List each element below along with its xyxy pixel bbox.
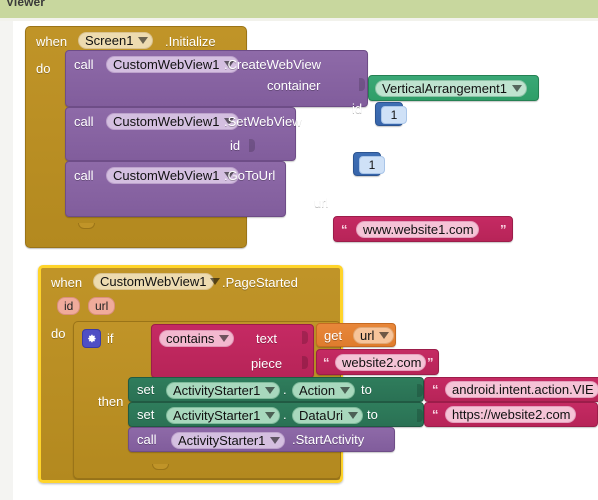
value-socket-datauri: [417, 409, 423, 422]
set-label: set: [137, 407, 155, 422]
component-dropdown-screen1[interactable]: Screen1: [78, 32, 154, 49]
value-socket-action: [417, 384, 423, 397]
text-field-intent-action[interactable]: android.intent.action.VIE: [445, 381, 598, 398]
component-dropdown-verticalarrangement1[interactable]: VerticalArrangement1: [375, 80, 528, 97]
close-quote-icon: ”: [500, 222, 507, 237]
number-field[interactable]: 1: [381, 106, 407, 124]
chevron-down-icon: [265, 387, 276, 394]
method-name-label: .CreateWebView: [224, 57, 322, 72]
method-name-label: .SetWebView: [224, 114, 302, 129]
variable-dropdown-url[interactable]: url: [353, 327, 395, 344]
arg-socket-id: [249, 139, 255, 152]
arg-label-id: id: [230, 138, 241, 153]
method-name-label: .GoToUrl: [224, 168, 276, 183]
chevron-down-icon: [265, 412, 276, 419]
event-name-label: .Initialize: [165, 34, 216, 49]
operator-dropdown-contains[interactable]: contains: [159, 330, 235, 347]
arg-socket-text: [302, 331, 308, 344]
to-label: to: [367, 407, 378, 422]
call-label: call: [74, 114, 94, 129]
then-label: then: [98, 394, 124, 409]
number-block-id-1[interactable]: 1: [353, 152, 385, 176]
do-label: do: [51, 326, 66, 341]
open-quote-icon: “: [432, 382, 439, 397]
text-field-datauri-value[interactable]: https://website2.com: [445, 406, 576, 423]
text-block-website2[interactable]: “ website2.com ”: [316, 349, 439, 375]
gear-icon[interactable]: [82, 329, 101, 348]
blocks-canvas[interactable]: when Screen1 .Initialize do call CustomW…: [13, 21, 598, 500]
component-dropdown-activitystarter1[interactable]: ActivityStarter1: [166, 407, 281, 424]
then-bottom-notch: [152, 464, 169, 470]
to-label: to: [361, 382, 372, 397]
component-dropdown-customwebview1[interactable]: CustomWebView1: [106, 56, 240, 73]
arg-label-id: id: [352, 101, 363, 116]
set-label: set: [137, 382, 155, 397]
text-field-website2[interactable]: website2.com: [335, 354, 427, 371]
dot-separator: .: [283, 407, 287, 422]
arg-label-text: text: [256, 331, 277, 346]
setter-block-action[interactable]: set ActivityStarter1 . Action to: [128, 377, 424, 402]
if-label: if: [107, 331, 114, 346]
chevron-down-icon: [379, 332, 390, 339]
call-block-startactivity[interactable]: call ActivityStarter1 .StartActivity: [128, 427, 395, 452]
method-name-label: .StartActivity: [292, 432, 365, 447]
open-quote-icon: “: [341, 222, 348, 237]
call-block-setwebview[interactable]: call CustomWebView1 .SetWebView id: [65, 107, 302, 161]
viewer-header-bar: Viewer: [0, 0, 598, 18]
left-gutter: [0, 21, 14, 500]
call-block-gotourl[interactable]: call CustomWebView1 .GoToUrl url: [65, 161, 328, 217]
arg-label-url: url: [314, 195, 329, 210]
text-field-website1[interactable]: www.website1.com: [356, 221, 479, 238]
text-block-intent-action[interactable]: “ android.intent.action.VIE: [424, 377, 598, 402]
dot-separator: .: [283, 382, 287, 397]
chevron-down-icon: [270, 437, 281, 444]
event-param-id[interactable]: id: [57, 297, 81, 315]
event-name-label: .PageStarted: [222, 275, 298, 290]
chevron-down-icon: [210, 278, 221, 285]
property-dropdown-action[interactable]: Action: [292, 382, 356, 399]
call-block-createwebview[interactable]: call CustomWebView1 .CreateWebView conta…: [65, 50, 368, 116]
chevron-down-icon: [138, 37, 149, 44]
arg-label-piece: piece: [251, 356, 283, 371]
text-block-datauri-value[interactable]: “ https://website2.com: [424, 402, 598, 427]
component-dropdown-customwebview1[interactable]: CustomWebView1: [106, 113, 240, 130]
chevron-down-icon: [512, 85, 523, 92]
call-label: call: [74, 168, 94, 183]
chevron-down-icon: [340, 387, 351, 394]
number-block-id-1[interactable]: 1: [375, 102, 407, 126]
blocks-editor-screen: Viewer when Screen1 .Initialize do call …: [0, 0, 598, 500]
chevron-down-icon: [219, 335, 230, 342]
arg-socket-container: [359, 78, 365, 91]
setter-block-datauri[interactable]: set ActivityStarter1 . DataUri to: [128, 402, 424, 427]
viewer-title: Viewer: [6, 0, 46, 9]
component-dropdown-activitystarter1[interactable]: ActivityStarter1: [166, 382, 281, 399]
number-field[interactable]: 1: [359, 156, 385, 174]
when-label: when: [51, 275, 83, 290]
do-label: do: [36, 61, 51, 76]
component-dropdown-customwebview1[interactable]: CustomWebView1: [93, 273, 221, 290]
property-dropdown-datauri[interactable]: DataUri: [292, 407, 364, 424]
call-label: call: [74, 57, 94, 72]
variable-block-get-url[interactable]: get url: [316, 323, 396, 347]
event-param-url[interactable]: url: [88, 297, 116, 315]
arg-label-container: container: [267, 78, 321, 93]
when-label: when: [36, 34, 68, 49]
text-block-contains[interactable]: contains text piece: [151, 324, 314, 378]
call-label: call: [137, 432, 157, 447]
text-block-website1[interactable]: “ www.website1.com ”: [333, 216, 513, 242]
component-dropdown-activitystarter1[interactable]: ActivityStarter1: [171, 432, 286, 449]
close-quote-icon: ”: [427, 355, 434, 370]
open-quote-icon: “: [323, 355, 330, 370]
arg-socket-piece: [302, 356, 308, 369]
component-block-verticalarrangement1[interactable]: VerticalArrangement1: [368, 75, 539, 101]
statement-bottom-notch: [78, 223, 95, 229]
chevron-down-icon: [348, 412, 359, 419]
get-label: get: [324, 328, 343, 343]
component-dropdown-customwebview1[interactable]: CustomWebView1: [106, 167, 240, 184]
open-quote-icon: “: [432, 407, 439, 422]
